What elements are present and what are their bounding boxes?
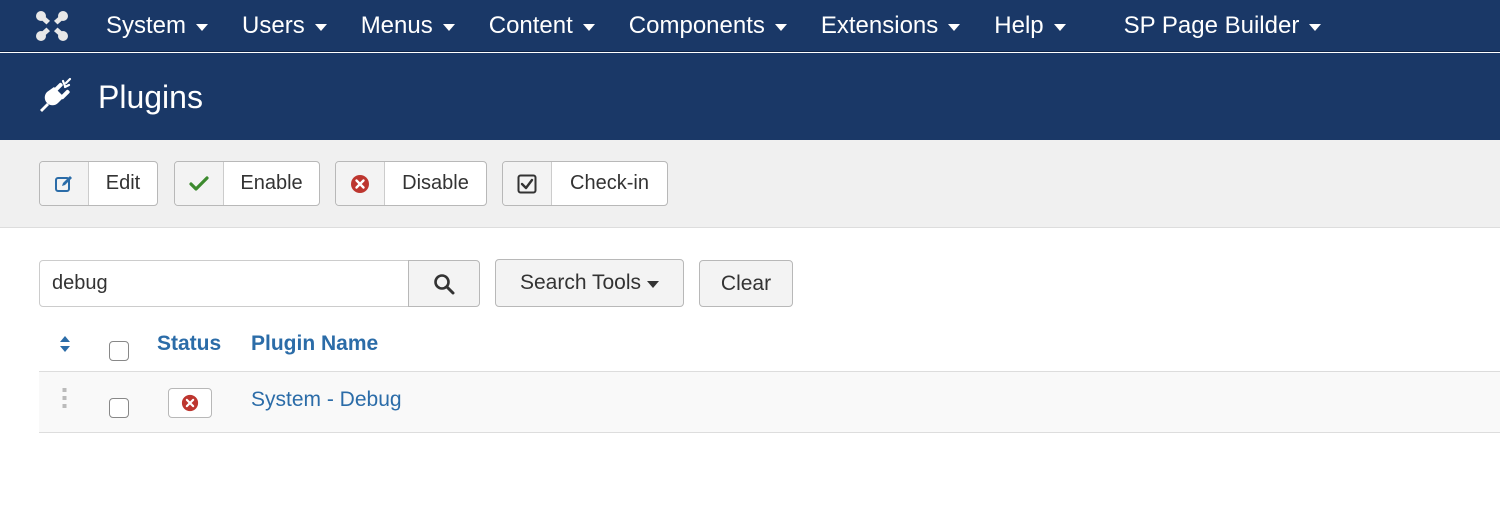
edit-icon (40, 162, 89, 205)
edit-button-label: Edit (105, 172, 141, 194)
top-navbar: System Users Menus Content Components Ex… (0, 0, 1500, 52)
joomla-logo-icon[interactable] (35, 10, 69, 42)
plugin-name-link[interactable]: System - Debug (251, 388, 402, 412)
menu-content-label: Content (488, 12, 573, 39)
search-group (39, 260, 480, 307)
column-header-status[interactable]: Status (157, 332, 221, 356)
enable-button-label: Enable (240, 172, 303, 194)
page-title: Plugins (98, 79, 203, 115)
menu-menus[interactable]: Menus (361, 12, 455, 40)
column-header-plugin-name[interactable]: Plugin Name (251, 332, 378, 356)
caret-down-icon (647, 281, 660, 288)
menu-components[interactable]: Components (629, 12, 787, 40)
caret-down-icon (582, 24, 595, 31)
drag-handle-icon[interactable] (62, 388, 67, 409)
disable-circle-icon (336, 162, 385, 205)
enable-button[interactable]: Enable (174, 161, 320, 206)
plug-icon (40, 77, 72, 112)
menu-components-label: Components (628, 12, 765, 39)
caret-down-icon (442, 24, 455, 31)
caret-down-icon (314, 24, 327, 31)
disable-button[interactable]: Disable (335, 161, 487, 206)
main-menu: System Users Menus Content Components Ex… (106, 0, 1322, 52)
menu-system[interactable]: System (106, 12, 209, 40)
search-button[interactable] (408, 260, 480, 307)
menu-menus-label: Menus (360, 12, 433, 39)
checkin-button-label: Check-in (570, 172, 649, 194)
caret-down-icon (774, 24, 787, 31)
disable-button-label: Disable (402, 172, 469, 194)
search-icon (434, 273, 455, 294)
table-row: System - Debug (39, 372, 1500, 433)
toolbar: Edit Enable Disable Check-in (0, 140, 1500, 228)
menu-users-label: Users (242, 12, 305, 39)
menu-sp-page-builder-label: SP Page Builder (1123, 12, 1300, 39)
menu-sp-page-builder[interactable]: SP Page Builder (1124, 12, 1322, 40)
search-tools-label: Search Tools (519, 271, 642, 294)
checkbox-checked-icon (503, 162, 552, 205)
caret-down-icon (948, 24, 961, 31)
menu-users[interactable]: Users (242, 12, 327, 40)
page-header: Plugins (0, 53, 1500, 140)
table-header: Status Plugin Name (39, 323, 1500, 372)
sort-icon[interactable] (58, 334, 72, 354)
select-all-checkbox[interactable] (109, 341, 129, 361)
checkin-button[interactable]: Check-in (502, 161, 668, 206)
disabled-status-icon (181, 394, 199, 412)
row-checkbox[interactable] (109, 398, 129, 418)
clear-button-label: Clear (720, 271, 772, 295)
menu-content[interactable]: Content (489, 12, 595, 40)
menu-extensions-label: Extensions (820, 12, 939, 39)
menu-help-label: Help (994, 12, 1044, 39)
caret-down-icon (1309, 24, 1322, 31)
search-input[interactable] (39, 260, 409, 307)
check-icon (175, 162, 224, 205)
clear-button[interactable]: Clear (699, 260, 793, 307)
menu-system-label: System (106, 12, 187, 39)
edit-button[interactable]: Edit (39, 161, 158, 206)
caret-down-icon (1053, 24, 1066, 31)
caret-down-icon (196, 24, 209, 31)
status-toggle-button[interactable] (168, 388, 212, 418)
search-tools-button[interactable]: Search Tools (495, 259, 684, 307)
menu-help[interactable]: Help (994, 12, 1066, 40)
menu-extensions[interactable]: Extensions (820, 12, 961, 40)
